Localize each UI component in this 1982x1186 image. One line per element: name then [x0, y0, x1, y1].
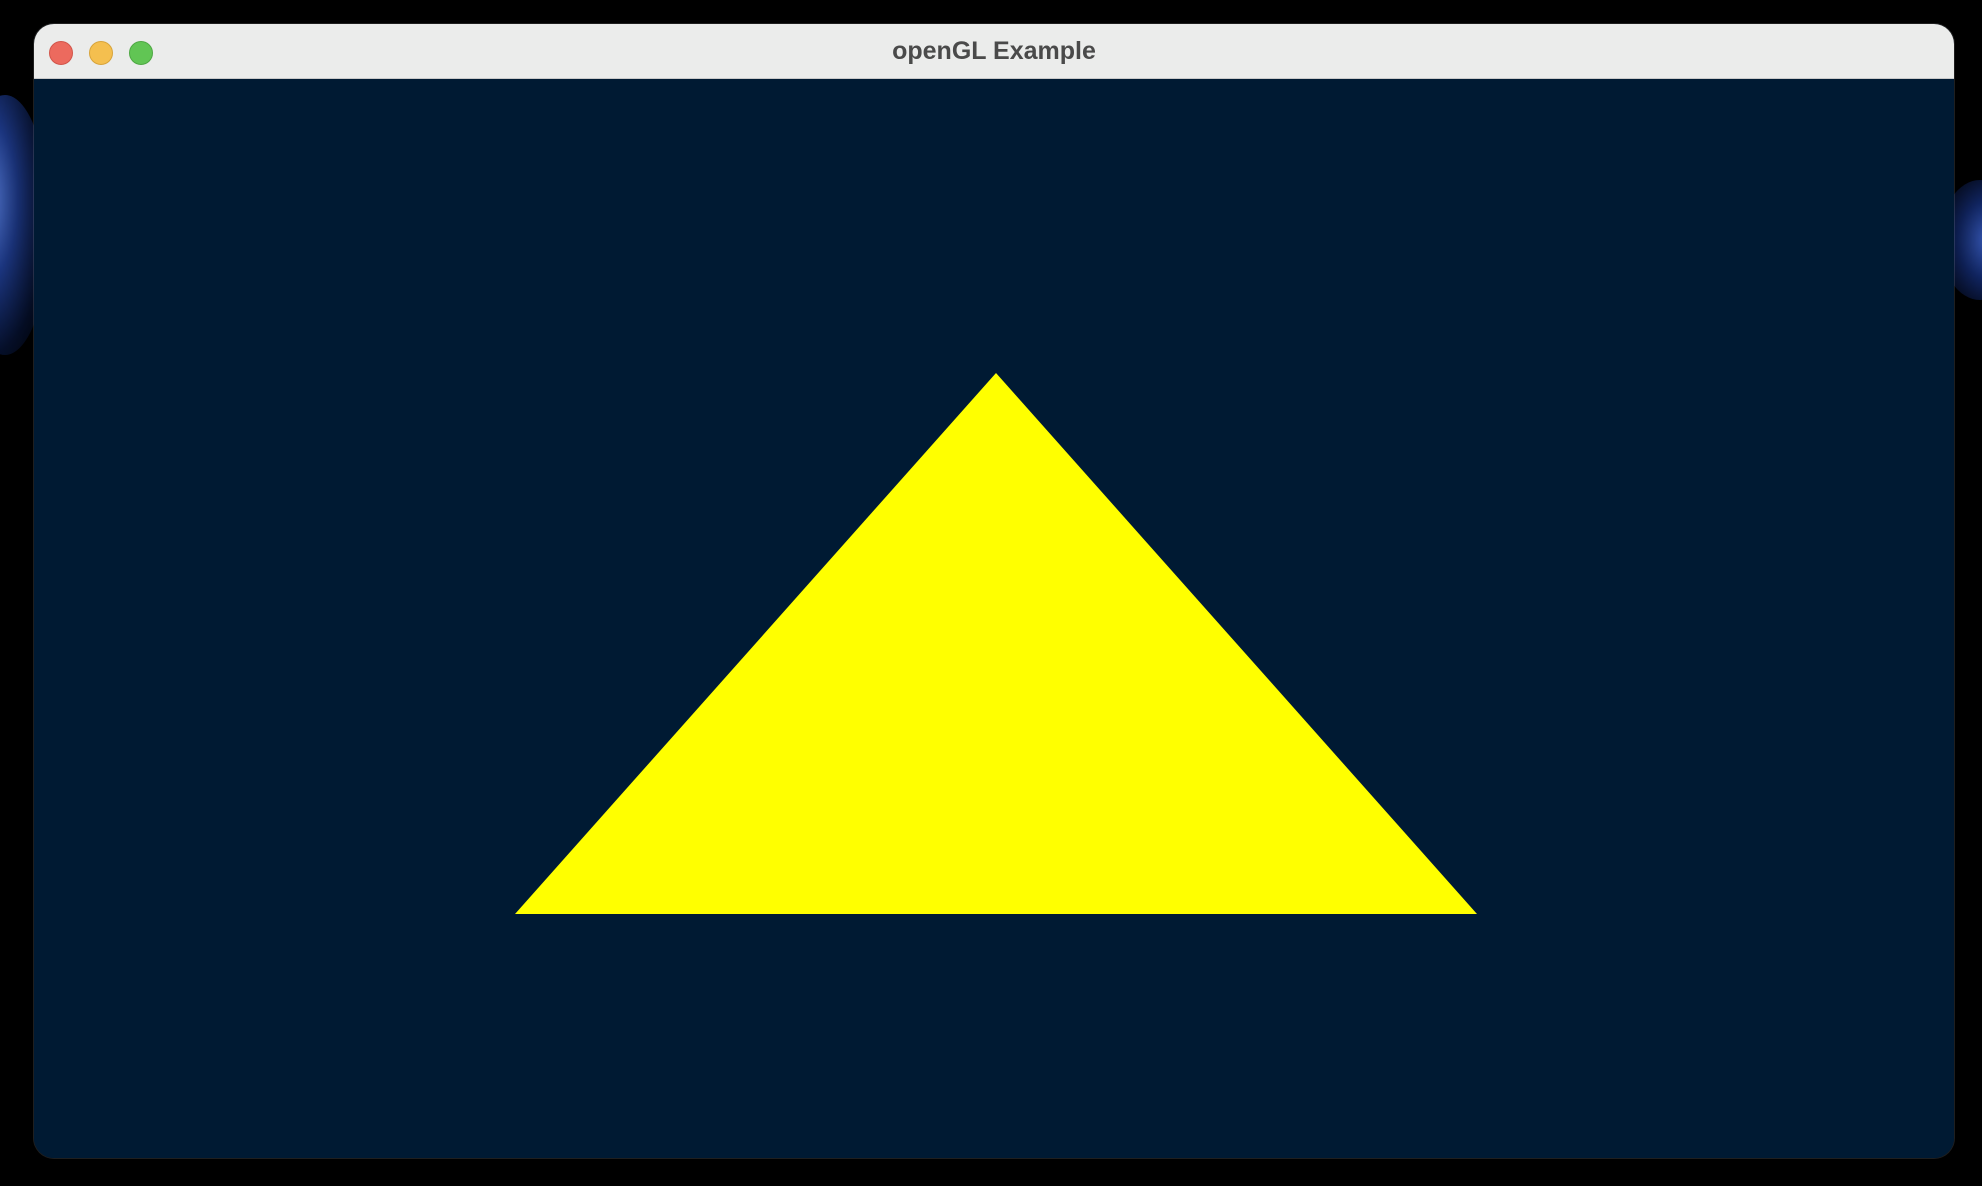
- opengl-viewport[interactable]: [34, 79, 1954, 1158]
- opengl-window: openGL Example: [34, 24, 1954, 1158]
- render-canvas: [34, 79, 1954, 1158]
- desktop-background: openGL Example: [0, 0, 1982, 1186]
- window-titlebar[interactable]: openGL Example: [34, 24, 1954, 79]
- window-title: openGL Example: [892, 37, 1096, 65]
